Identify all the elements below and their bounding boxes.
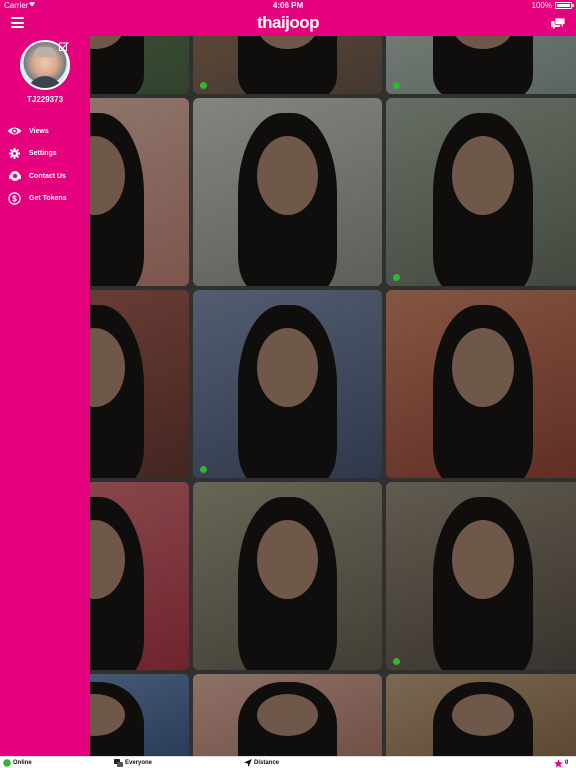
sidebar-item-settings[interactable]: Settings	[0, 143, 90, 166]
battery-percent: 100%	[531, 1, 552, 10]
sidebar-item-contact-us[interactable]: Contact Us	[0, 165, 90, 188]
filter-online-tab[interactable]: Online	[2, 758, 32, 768]
profile-photo-card[interactable]	[193, 36, 382, 94]
username: TJ229373	[26, 95, 64, 104]
sidebar-menu: Views Settings Contact Us $ Get Tokens	[0, 120, 90, 210]
filter-everyone-tab[interactable]: Everyone	[114, 758, 152, 768]
battery-icon	[555, 2, 574, 9]
profile-photo-card[interactable]	[90, 674, 189, 756]
profile-photo-card[interactable]	[90, 290, 189, 478]
dollar-coin-icon: $	[7, 192, 22, 205]
online-indicator	[393, 274, 400, 281]
clock: 4:06 PM	[272, 1, 304, 10]
sidebar-item-get-tokens[interactable]: $ Get Tokens	[0, 188, 90, 211]
tokens-count: 0	[565, 760, 569, 766]
online-indicator	[393, 658, 400, 665]
sidebar-item-label: Settings	[29, 150, 57, 158]
star-icon	[554, 758, 563, 768]
bottom-filter-bar: Online Everyone Distance 0	[0, 756, 576, 768]
filter-distance-label: Distance	[254, 760, 280, 766]
profile-photo-card[interactable]	[90, 36, 189, 94]
app-logo: thaijoop	[256, 13, 320, 32]
profile-photo-card[interactable]	[193, 290, 382, 478]
profile-photo-card[interactable]	[90, 482, 189, 670]
sidebar-item-label: Contact Us	[29, 172, 66, 180]
people-icon	[114, 759, 123, 768]
profile-photo-card[interactable]	[193, 482, 382, 670]
profile-photo-card[interactable]	[193, 674, 382, 756]
tokens-counter[interactable]: 0	[554, 758, 568, 768]
svg-text:$: $	[12, 195, 17, 204]
profile-photo-card[interactable]	[386, 674, 576, 756]
gear-icon	[7, 148, 22, 160]
profile-photo-card[interactable]	[193, 98, 382, 286]
online-indicator	[393, 82, 400, 89]
sidebar-item-views[interactable]: Views	[0, 120, 90, 143]
sidebar: TJ229373 Views Settings Contact Us $ Get…	[0, 36, 90, 756]
location-arrow-icon	[243, 759, 252, 768]
support-icon	[7, 170, 22, 182]
filter-online-label: Online	[13, 760, 32, 766]
online-status-icon	[2, 759, 11, 768]
online-indicator	[200, 466, 207, 473]
online-indicator	[200, 82, 207, 89]
profile-photo-grid	[90, 36, 576, 756]
nav-bar: thaijoop	[0, 11, 576, 36]
profile-photo-card[interactable]	[90, 98, 189, 286]
profile-photo-card[interactable]	[386, 482, 576, 670]
profile-photo-card[interactable]	[386, 98, 576, 286]
profile-photo-card[interactable]	[386, 36, 576, 94]
profile-photo-card[interactable]	[386, 290, 576, 478]
filter-distance-tab[interactable]: Distance	[243, 758, 279, 768]
sidebar-item-label: Views	[29, 127, 49, 135]
edit-profile-icon[interactable]	[59, 38, 69, 51]
eye-icon	[7, 125, 22, 137]
filter-everyone-label: Everyone	[125, 760, 153, 766]
sidebar-item-label: Get Tokens	[29, 195, 67, 203]
status-bar: Carrier 4:06 PM 100%	[0, 0, 576, 11]
chat-bubbles-icon[interactable]	[551, 17, 566, 30]
